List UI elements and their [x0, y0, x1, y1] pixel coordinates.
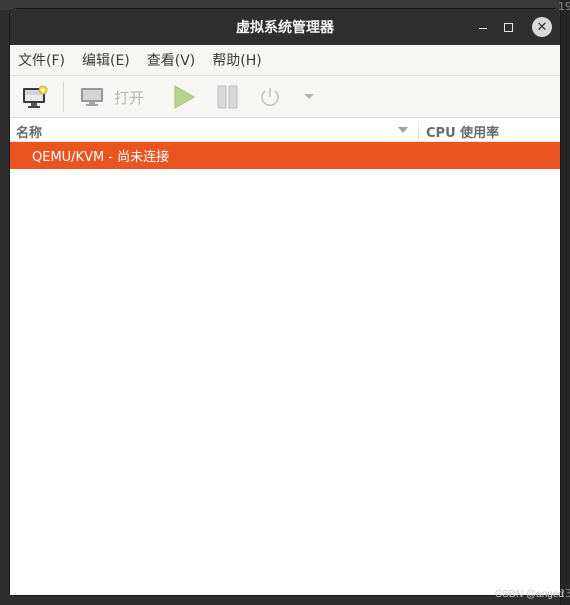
window-title: 虚拟系统管理器: [236, 20, 334, 36]
maximize-icon: [503, 22, 513, 32]
chevron-down-icon: [304, 94, 314, 99]
power-dropdown[interactable]: [303, 76, 315, 118]
list-item[interactable]: QEMU/KVM - 尚未连接: [10, 142, 560, 169]
column-header-cpu[interactable]: CPU 使用率: [426, 122, 499, 141]
column-divider[interactable]: [418, 121, 419, 139]
watermark: CSDN @anged: [494, 589, 564, 600]
background-window-right: [560, 0, 570, 605]
new-vm-button[interactable]: [22, 76, 48, 118]
connection-list: QEMU/KVM - 尚未连接: [10, 142, 560, 562]
open-button[interactable]: 打开: [80, 76, 144, 118]
pause-button[interactable]: [217, 76, 239, 118]
sort-arrow-icon[interactable]: [398, 127, 408, 133]
menubar: 文件(F) 编辑(E) 查看(V) 帮助(H): [10, 45, 560, 76]
power-button[interactable]: [259, 76, 281, 118]
table-header: 名称 CPU 使用率: [10, 118, 560, 142]
toolbar-separator: [63, 82, 64, 112]
connection-name: QEMU/KVM - 尚未连接: [32, 150, 170, 165]
menu-file[interactable]: 文件(F): [18, 50, 65, 70]
minimize-button[interactable]: [469, 9, 497, 45]
run-button[interactable]: [173, 76, 195, 118]
close-icon: ✕: [532, 17, 552, 37]
monitor-new-icon: [23, 85, 48, 108]
pause-icon: [217, 85, 238, 109]
maximize-button[interactable]: [494, 9, 522, 45]
close-button[interactable]: ✕: [528, 9, 556, 45]
virt-manager-window: 虚拟系统管理器 ✕ 文件(F) 编辑(E) 查看(V) 帮助(H) 打开 名称 …: [10, 9, 560, 595]
monitor-icon: [81, 88, 103, 106]
column-header-name[interactable]: 名称: [16, 122, 42, 141]
power-icon: [261, 88, 279, 106]
menu-help[interactable]: 帮助(H): [212, 50, 261, 70]
toolbar: 打开: [10, 76, 560, 118]
play-icon: [174, 85, 195, 109]
menu-view[interactable]: 查看(V): [147, 50, 196, 70]
minimize-icon: [479, 27, 487, 29]
titlebar[interactable]: 虚拟系统管理器 ✕: [10, 9, 560, 45]
menu-edit[interactable]: 编辑(E): [82, 50, 130, 70]
open-label: 打开: [114, 88, 145, 107]
